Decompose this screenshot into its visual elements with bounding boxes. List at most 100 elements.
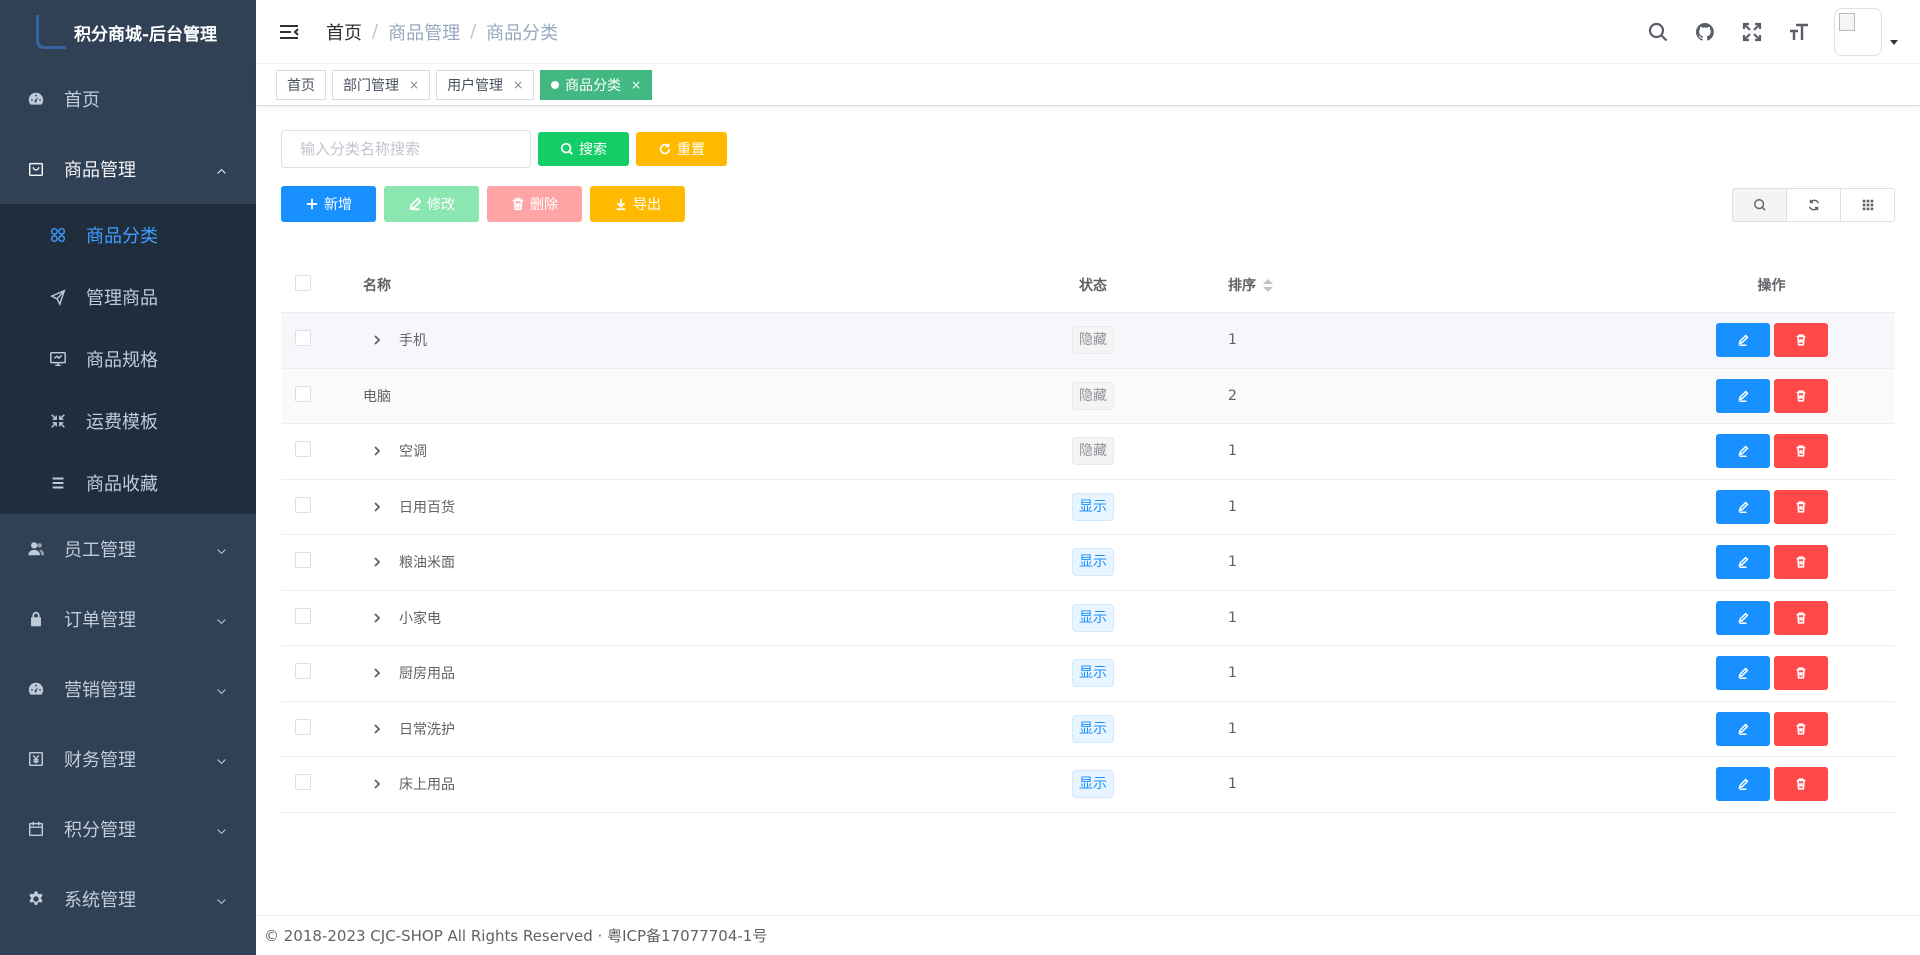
sidebar-item-freight[interactable]: 运费模板 [0,390,256,452]
row-delete-button[interactable] [1773,545,1828,580]
row-edit-button[interactable] [1715,489,1770,524]
row-delete-button[interactable] [1773,656,1828,691]
row-edit-button[interactable] [1715,323,1770,358]
columns-button[interactable] [1840,188,1895,222]
refresh-button[interactable] [1786,188,1841,222]
logo-mark-icon [36,15,66,49]
row-delete-button[interactable] [1773,600,1828,635]
chevron-right-icon[interactable] [371,556,387,568]
export-button[interactable]: 导出 [590,186,685,222]
row-checkbox[interactable] [295,663,311,680]
chevron-right-icon[interactable] [371,445,387,457]
delete-button[interactable]: 删除 [487,186,582,222]
sidebar-item-order[interactable]: 订单管理 [0,584,256,654]
sidebar-item-label: 财务管理 [64,750,136,771]
sort-caret-icon[interactable] [1263,278,1273,292]
chevron-right-icon[interactable] [371,501,387,513]
sidebar-item-manage-goods[interactable]: 管理商品 [0,266,256,328]
row-edit-button[interactable] [1715,378,1770,413]
row-checkbox[interactable] [295,441,311,458]
logo[interactable]: 积分商城-后台管理 [0,0,256,64]
row-name: 手机 [399,333,427,350]
sidebar-item-goods[interactable]: 商品管理 [0,134,256,204]
sidebar-item-marketing[interactable]: 营销管理 [0,654,256,724]
row-ops [1648,378,1895,413]
sidebar-item-category[interactable]: 商品分类 [0,204,256,266]
row-delete-button[interactable] [1773,767,1828,802]
row-checkbox[interactable] [295,385,311,402]
avatar[interactable] [1834,8,1882,56]
delete-icon [1796,778,1805,790]
fullscreen-icon[interactable] [1740,20,1764,44]
search-icon [1753,199,1766,211]
row-delete-button[interactable] [1773,323,1828,358]
row-ops [1648,600,1895,635]
toggle-search-button[interactable] [1732,188,1787,222]
sidebar-item-label: 运费模板 [86,412,158,433]
search-icon[interactable] [1646,20,1670,44]
row-checkbox[interactable] [295,496,311,513]
row-status-cell: 显示 [958,548,1228,577]
edit-icon [1737,667,1748,680]
add-button[interactable]: 新增 [281,186,376,222]
caret-down-icon[interactable] [1890,39,1898,45]
row-check-cell [281,663,363,683]
row-name: 床上用品 [399,777,455,794]
sidebar-item-spec[interactable]: 商品规格 [0,328,256,390]
row-check-cell [281,552,363,572]
search-icon [560,142,573,155]
row-edit-button[interactable] [1715,767,1770,802]
tag-user[interactable]: 用户管理 × [436,69,535,100]
sidebar-item-label: 商品收藏 [86,474,158,495]
row-checkbox[interactable] [295,718,311,735]
tag-department[interactable]: 部门管理 × [332,69,431,100]
row-sort: 1 [1228,443,1237,460]
table-row: 空调 隐藏 1 [281,424,1895,480]
row-edit-button[interactable] [1715,711,1770,746]
font-size-icon[interactable] [1787,20,1811,44]
sidebar-item-favorite[interactable]: 商品收藏 [0,452,256,514]
tag-category[interactable]: 商品分类 × [540,69,653,100]
row-checkbox[interactable] [295,552,311,569]
edit-button[interactable]: 修改 [384,186,479,222]
status-badge: 显示 [1072,714,1114,743]
close-icon[interactable]: × [513,78,523,92]
row-delete-button[interactable] [1773,489,1828,524]
row-edit-button[interactable] [1715,656,1770,691]
row-checkbox[interactable] [295,774,311,791]
select-all-checkbox[interactable] [295,275,311,291]
row-checkbox[interactable] [295,607,311,624]
row-check-cell [281,496,363,517]
chevron-right-icon[interactable] [371,778,387,790]
chevron-right-icon[interactable] [371,612,387,624]
close-icon[interactable]: × [409,78,419,92]
search-button[interactable]: 搜索 [538,132,629,166]
row-checkbox[interactable] [295,330,311,347]
row-name: 日常洗护 [399,721,455,738]
sidebar-item-finance[interactable]: 财务管理 [0,724,256,794]
sidebar-item-staff[interactable]: 员工管理 [0,514,256,584]
reset-button[interactable]: 重置 [636,132,727,166]
row-delete-button[interactable] [1773,378,1828,413]
row-edit-button[interactable] [1715,600,1770,635]
sidebar-item-points[interactable]: 积分管理 [0,794,256,864]
chevron-right-icon[interactable] [371,723,387,735]
sidebar-item-home[interactable]: 首页 [0,64,256,134]
close-icon[interactable]: × [631,78,641,92]
breadcrumb-home[interactable]: 首页 [326,19,362,45]
header-sort[interactable]: 排序 [1228,275,1648,295]
row-edit-button[interactable] [1715,545,1770,580]
hamburger-icon[interactable] [278,21,300,43]
table-row: 厨房用品 显示 1 [281,646,1895,702]
tag-home[interactable]: 首页 [276,69,326,100]
row-delete-button[interactable] [1773,434,1828,469]
chevron-down-icon [215,682,228,703]
github-icon[interactable] [1693,20,1717,44]
row-edit-button[interactable] [1715,434,1770,469]
sidebar-item-system[interactable]: 系统管理 [0,864,256,934]
row-ops [1648,323,1895,358]
row-delete-button[interactable] [1773,711,1828,746]
chevron-right-icon[interactable] [371,334,387,346]
search-input[interactable] [281,130,531,168]
chevron-right-icon[interactable] [371,667,387,679]
